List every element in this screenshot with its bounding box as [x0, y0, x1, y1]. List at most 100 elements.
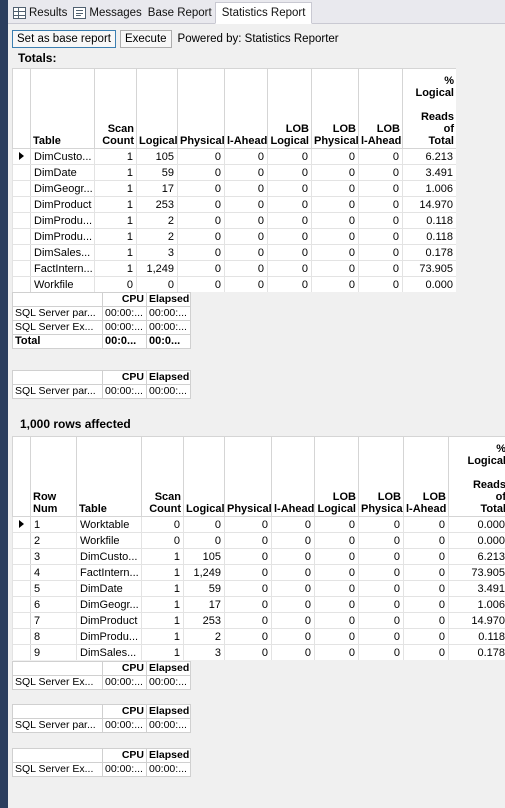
table-cell[interactable]: 0: [403, 644, 449, 660]
table-cell[interactable]: 8: [30, 628, 77, 645]
table-row[interactable]: DimSales... 1 3 0 0 0 0 0 0.178: [12, 244, 456, 261]
table-cell[interactable]: 1: [94, 228, 137, 245]
table-cell[interactable]: 0: [267, 196, 312, 213]
table-cell[interactable]: 253: [183, 612, 225, 629]
column-header[interactable]: Physical: [224, 436, 272, 517]
table-cell[interactable]: 0: [267, 260, 312, 277]
table-cell[interactable]: 1: [94, 196, 137, 213]
table-cell[interactable]: 1: [141, 548, 184, 565]
table-cell[interactable]: 0: [224, 612, 272, 629]
table-cell[interactable]: 1: [141, 564, 184, 581]
row-selector[interactable]: [12, 596, 31, 613]
column-header[interactable]: LOB l-Ahead: [358, 68, 403, 149]
table-cell[interactable]: DimDate: [30, 164, 95, 181]
set-as-base-report-button[interactable]: Set as base report: [12, 30, 116, 48]
table-cell[interactable]: 0: [358, 612, 404, 629]
table-cell[interactable]: 0: [403, 580, 449, 597]
table-cell[interactable]: 0: [358, 164, 403, 181]
detail-grid-viewport[interactable]: Row Num Table Scan Count Logical Physical l-Ahe…: [12, 436, 505, 660]
column-header[interactable]: Physical: [177, 68, 225, 149]
table-cell[interactable]: 14.970: [448, 612, 505, 629]
table-cell[interactable]: 0.000: [402, 276, 456, 292]
table-cell[interactable]: 0: [403, 516, 449, 533]
table-cell[interactable]: 0: [358, 196, 403, 213]
column-header[interactable]: LOB Logical: [314, 436, 359, 517]
tab-statistics-report[interactable]: Statistics Report: [214, 2, 313, 24]
table-row[interactable]: DimProdu... 1 2 0 0 0 0 0 0.118: [12, 212, 456, 229]
table-cell[interactable]: 0: [403, 564, 449, 581]
row-selector[interactable]: [12, 276, 31, 292]
table-cell[interactable]: DimProduct: [30, 196, 95, 213]
table-cell[interactable]: 0: [358, 180, 403, 197]
table-cell[interactable]: 0: [267, 148, 312, 165]
table-cell[interactable]: 0: [224, 260, 268, 277]
table-cell[interactable]: 59: [183, 580, 225, 597]
table-cell[interactable]: 0: [183, 532, 225, 549]
table-cell[interactable]: 0: [358, 212, 403, 229]
table-cell[interactable]: 3: [136, 244, 178, 261]
table-cell[interactable]: DimCusto...: [76, 548, 142, 565]
table-row[interactable]: DimProduct 1 253 0 0 0 0 0 14.970: [12, 196, 456, 213]
table-cell[interactable]: 0: [358, 580, 404, 597]
table-cell[interactable]: 3: [30, 548, 77, 565]
table-cell[interactable]: 2: [183, 628, 225, 645]
tab-base-report[interactable]: Base Report: [145, 2, 215, 23]
column-header[interactable]: Logical: [183, 436, 225, 517]
table-row[interactable]: 4 FactIntern... 1 1,249 0 0 0 0 0 73.905: [12, 564, 505, 581]
table-cell[interactable]: 0: [267, 164, 312, 181]
table-cell[interactable]: 0: [271, 628, 315, 645]
table-cell[interactable]: 0: [403, 548, 449, 565]
table-cell[interactable]: 1: [94, 164, 137, 181]
table-cell[interactable]: 0: [94, 276, 137, 292]
table-cell[interactable]: 0: [177, 260, 225, 277]
table-cell[interactable]: 0: [311, 164, 359, 181]
table-cell[interactable]: DimGeogr...: [30, 180, 95, 197]
table-cell[interactable]: 1: [94, 244, 137, 261]
table-cell[interactable]: 105: [183, 548, 225, 565]
table-cell[interactable]: 0: [224, 228, 268, 245]
table-cell[interactable]: 0: [358, 516, 404, 533]
totals-grid-viewport[interactable]: Table Scan Count Logical Physical l-Ahead LOB L…: [12, 68, 456, 292]
column-header[interactable]: LOB Physical: [311, 68, 359, 149]
table-cell[interactable]: 0.000: [448, 532, 505, 549]
table-cell[interactable]: 17: [136, 180, 178, 197]
table-cell[interactable]: 0: [271, 596, 315, 613]
table-row[interactable]: 1 Worktable 0 0 0 0 0 0 0 0.000: [12, 516, 505, 533]
row-selector[interactable]: [12, 628, 31, 645]
table-cell[interactable]: 59: [136, 164, 178, 181]
table-cell[interactable]: 14.970: [402, 196, 456, 213]
table-row[interactable]: 6 DimGeogr... 1 17 0 0 0 0 0 1.006: [12, 596, 505, 613]
table-cell[interactable]: 0: [314, 532, 359, 549]
table-cell[interactable]: 0: [267, 212, 312, 229]
table-cell[interactable]: 0: [311, 244, 359, 261]
table-cell[interactable]: 0.118: [402, 228, 456, 245]
table-cell[interactable]: 0: [224, 148, 268, 165]
table-cell[interactable]: 0: [224, 212, 268, 229]
table-cell[interactable]: 0.178: [402, 244, 456, 261]
table-row[interactable]: DimCusto... 1 105 0 0 0 0 0 6.213: [12, 148, 456, 165]
table-cell[interactable]: 0: [358, 548, 404, 565]
table-cell[interactable]: Workfile: [76, 532, 142, 549]
table-cell[interactable]: 0: [224, 164, 268, 181]
column-header[interactable]: Logical: [136, 68, 178, 149]
table-cell[interactable]: 105: [136, 148, 178, 165]
column-header[interactable]: Scan Count: [94, 68, 137, 149]
row-selector[interactable]: [12, 548, 31, 565]
column-header[interactable]: %Logical ReadsofTotal: [402, 68, 456, 149]
table-cell[interactable]: 253: [136, 196, 178, 213]
table-cell[interactable]: DimDate: [76, 580, 142, 597]
table-cell[interactable]: Worktable: [76, 516, 142, 533]
table-cell[interactable]: 0: [311, 196, 359, 213]
table-cell[interactable]: 0: [267, 180, 312, 197]
row-selector-header[interactable]: [12, 68, 31, 149]
table-cell[interactable]: 73.905: [448, 564, 505, 581]
table-cell[interactable]: 0: [314, 628, 359, 645]
column-header[interactable]: Table: [30, 68, 95, 149]
tab-results[interactable]: Results: [10, 2, 70, 23]
row-selector-header[interactable]: [12, 436, 31, 517]
table-row[interactable]: 2 Workfile 0 0 0 0 0 0 0 0.000: [12, 532, 505, 549]
table-cell[interactable]: 3.491: [402, 164, 456, 181]
table-cell[interactable]: 5: [30, 580, 77, 597]
table-cell[interactable]: 0: [403, 532, 449, 549]
table-cell[interactable]: 1: [141, 596, 184, 613]
